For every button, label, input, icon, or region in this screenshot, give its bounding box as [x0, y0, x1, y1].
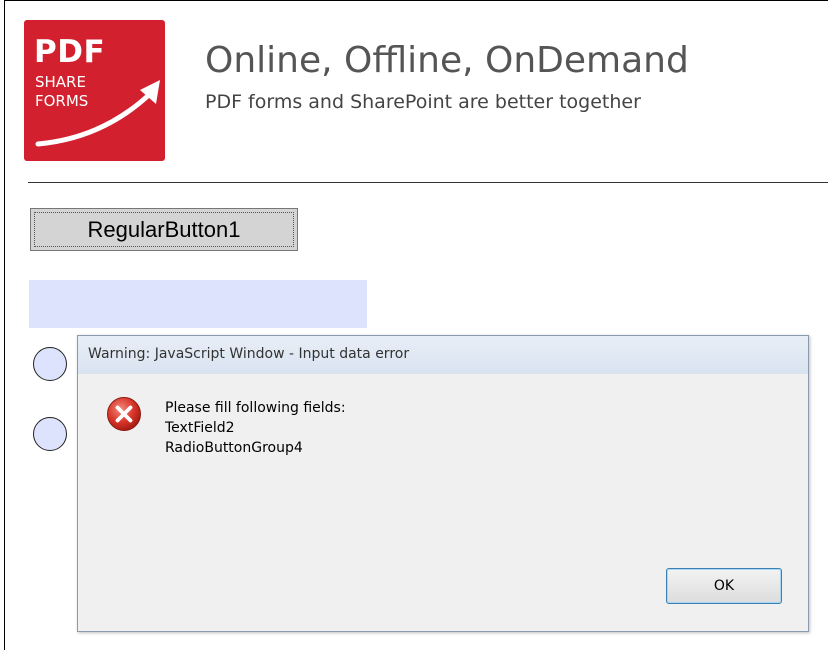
logo-arrow-icon [35, 80, 160, 147]
dialog-titlebar[interactable]: Warning: JavaScript Window - Input data … [78, 336, 808, 374]
javascript-warning-dialog: Warning: JavaScript Window - Input data … [77, 335, 809, 632]
header-divider [28, 182, 828, 183]
radio-button-option-1[interactable] [33, 347, 67, 381]
pdf-share-forms-logo: PDF SHARE FORMS [24, 20, 165, 161]
page-subtitle: PDF forms and SharePoint are better toge… [205, 91, 641, 113]
message-line-2: TextField2 [165, 420, 235, 436]
text-field-2[interactable] [29, 280, 367, 328]
dialog-message: Please fill following fields: TextField2… [165, 398, 346, 458]
ok-button[interactable]: OK [666, 568, 782, 604]
message-line-1: Please fill following fields: [165, 400, 346, 416]
regular-button-1[interactable]: RegularButton1 [30, 208, 298, 251]
dialog-title: Warning: JavaScript Window - Input data … [88, 346, 410, 362]
message-line-3: RadioButtonGroup4 [165, 440, 303, 456]
page-title: Online, Offline, OnDemand [205, 40, 689, 81]
radio-button-option-2[interactable] [33, 417, 67, 451]
error-icon [107, 397, 141, 431]
